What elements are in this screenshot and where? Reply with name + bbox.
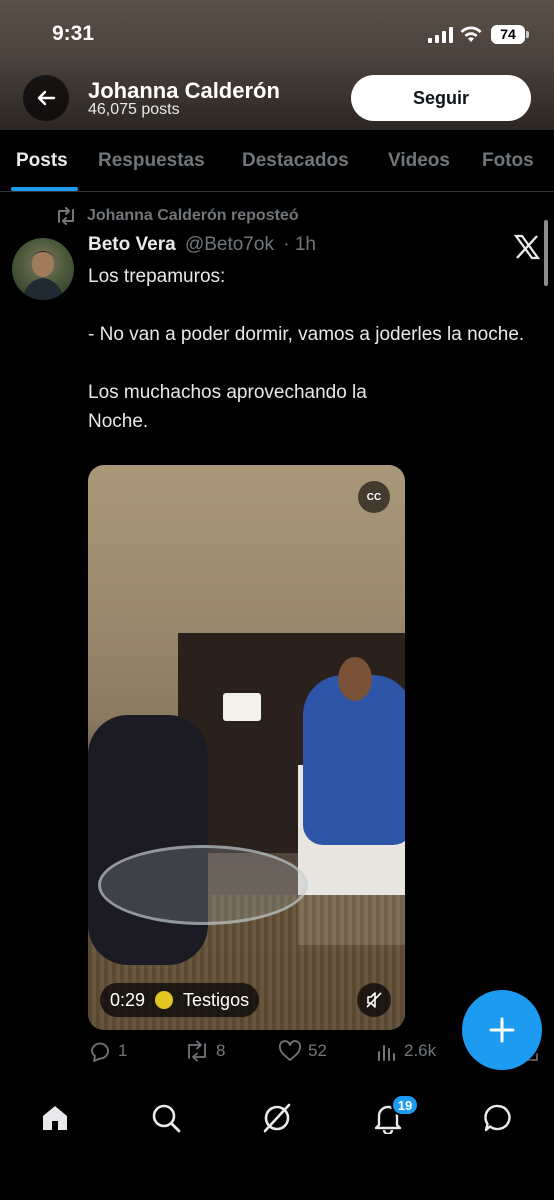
views-icon <box>378 1045 395 1061</box>
repost-icon <box>188 1040 206 1062</box>
battery-indicator: 74 <box>491 25 525 44</box>
mute-icon <box>366 992 382 1008</box>
repost-button[interactable]: 8 <box>184 1040 225 1062</box>
video-scene-person <box>88 715 208 965</box>
video-info-pill[interactable]: 0:29 Testigos <box>100 983 260 1017</box>
wifi-icon <box>460 26 482 42</box>
nav-home[interactable] <box>37 1100 73 1136</box>
back-arrow-icon <box>37 90 56 106</box>
profile-tabs: Posts Respuestas Destacados Videos Fotos <box>0 130 554 192</box>
reply-button[interactable]: 1 <box>88 1040 127 1062</box>
repost-label: Johanna Calderón reposteó <box>87 207 299 224</box>
post-text-line: Los trepamuros: <box>88 266 226 287</box>
back-button[interactable] <box>23 75 69 121</box>
profile-posts-count: 46,075 posts <box>88 101 180 118</box>
avatar-photo <box>22 251 64 300</box>
post-text: Los trepamuros: - No van a poder dormir,… <box>88 262 528 436</box>
post-text-line: Los muchachos aprovechando la <box>88 382 367 403</box>
post-text-line: Noche. <box>88 411 149 432</box>
video-source-label: Testigos <box>183 989 250 1010</box>
reply-count: 1 <box>118 1041 128 1060</box>
status-time: 9:31 <box>52 22 95 45</box>
signal-icon <box>428 27 454 43</box>
messages-icon <box>484 1104 511 1132</box>
cc-icon: CC <box>366 491 382 503</box>
video-scene-lamp <box>223 693 261 721</box>
repost-icon <box>58 207 74 225</box>
grok-icon <box>263 1103 291 1133</box>
follow-button[interactable]: Seguir <box>351 75 531 121</box>
home-icon <box>43 1106 67 1130</box>
x-logo-icon <box>514 234 540 260</box>
tab-fotos[interactable]: Fotos <box>482 150 534 172</box>
tab-posts[interactable]: Posts <box>16 150 68 172</box>
battery-nub <box>526 31 529 38</box>
views-button[interactable]: 2.6k <box>376 1040 436 1062</box>
active-tab-indicator <box>11 187 78 191</box>
video-duration: 0:29 <box>110 989 146 1010</box>
views-count: 2.6k <box>404 1041 437 1060</box>
reply-icon <box>91 1042 109 1062</box>
author-handle: @Beto7ok <box>184 234 274 255</box>
nav-search[interactable] <box>148 1100 184 1136</box>
status-bar: 9:31 74 <box>0 0 554 70</box>
tab-videos[interactable]: Videos <box>388 150 450 172</box>
scrollbar[interactable] <box>544 220 548 286</box>
tab-destacados[interactable]: Destacados <box>242 150 349 172</box>
source-avatar-icon <box>155 991 174 1009</box>
bottom-nav: 19 <box>0 1080 554 1200</box>
post-author-row[interactable]: Beto Vera @Beto7ok · 1h <box>88 234 316 256</box>
post-time: · 1h <box>283 234 316 255</box>
notifications-badge: 19 <box>391 1094 419 1116</box>
post-video[interactable]: CC 0:29 Testigos <box>88 465 405 1030</box>
like-button[interactable]: 52 <box>278 1040 327 1062</box>
nav-grok[interactable] <box>259 1100 295 1136</box>
author-name: Beto Vera <box>88 234 176 255</box>
cc-button[interactable]: CC <box>358 481 390 513</box>
post-text-line <box>88 291 528 320</box>
compose-plus-icon <box>489 1017 515 1043</box>
video-scene-table <box>98 845 308 925</box>
avatar[interactable] <box>12 238 74 300</box>
repost-count: 8 <box>216 1041 226 1060</box>
tab-respuestas[interactable]: Respuestas <box>98 150 205 172</box>
post-text-line <box>88 349 528 378</box>
post-text-line: - No van a poder dormir, vamos a joderle… <box>88 324 525 345</box>
mute-button[interactable] <box>357 983 391 1017</box>
search-icon <box>152 1104 181 1133</box>
nav-messages[interactable] <box>480 1100 516 1136</box>
like-icon <box>278 1040 302 1061</box>
repost-indicator[interactable]: Johanna Calderón reposteó <box>55 207 299 225</box>
video-scene-person-head <box>338 657 372 701</box>
like-count: 52 <box>308 1041 327 1060</box>
compose-button[interactable] <box>462 990 542 1070</box>
